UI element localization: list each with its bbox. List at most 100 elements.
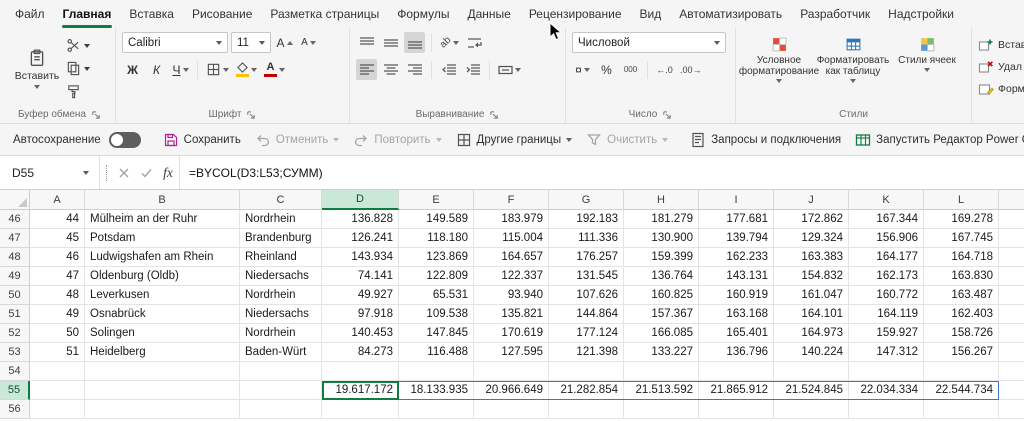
row-header-52[interactable]: 52: [0, 324, 30, 343]
cell-K56[interactable]: [849, 400, 924, 419]
cell-C56[interactable]: [240, 400, 322, 419]
column-header-J[interactable]: J: [774, 190, 849, 210]
cell-H55[interactable]: 21.513.592: [624, 381, 699, 400]
cell-H47[interactable]: 130.900: [624, 229, 699, 248]
ribbon-tab[interactable]: Надстройки: [879, 1, 963, 28]
cell-C53[interactable]: Baden-Würt: [240, 343, 322, 362]
cell-D49[interactable]: 74.141: [322, 267, 399, 286]
cell-A47[interactable]: 45: [30, 229, 85, 248]
cell-K51[interactable]: 164.119: [849, 305, 924, 324]
column-header-I[interactable]: I: [699, 190, 774, 210]
conditional-formatting-button[interactable]: Условное форматирование: [742, 32, 816, 106]
row-header-50[interactable]: 50: [0, 286, 30, 305]
cell-B48[interactable]: Ludwigshafen am Rhein: [85, 248, 240, 267]
cell-B50[interactable]: Leverkusen: [85, 286, 240, 305]
percent-format-button[interactable]: %: [596, 59, 617, 80]
cell-I49[interactable]: 143.131: [699, 267, 774, 286]
ribbon-tab[interactable]: Рисование: [183, 1, 261, 28]
ribbon-tab[interactable]: Разметка страницы: [261, 1, 388, 28]
cell-I54[interactable]: [699, 362, 774, 381]
cell-K49[interactable]: 162.173: [849, 267, 924, 286]
dialog-launcher-icon[interactable]: [91, 110, 101, 120]
row-header-49[interactable]: 49: [0, 267, 30, 286]
cell-L56[interactable]: [924, 400, 999, 419]
cell-C46[interactable]: Nordrhein: [240, 210, 322, 229]
cell-C52[interactable]: Nordrhein: [240, 324, 322, 343]
cell-E47[interactable]: 118.180: [399, 229, 474, 248]
power-query-editor-button[interactable]: Запустить Редактор Power Query: [848, 128, 1024, 152]
orientation-button[interactable]: ab: [438, 32, 461, 53]
font-size-select[interactable]: 11: [231, 32, 271, 53]
font-color-button[interactable]: А: [262, 59, 287, 80]
cell-C51[interactable]: Niedersachs: [240, 305, 322, 324]
delete-cells-button[interactable]: Удал: [978, 57, 1024, 77]
cell-G55[interactable]: 21.282.854: [549, 381, 624, 400]
cell-A49[interactable]: 47: [30, 267, 85, 286]
cell-H48[interactable]: 159.399: [624, 248, 699, 267]
cell-F46[interactable]: 183.979: [474, 210, 549, 229]
formula-bar-splitter[interactable]: [106, 165, 107, 181]
wrap-text-button[interactable]: [464, 32, 485, 53]
cell-B55[interactable]: [85, 381, 240, 400]
ribbon-tab[interactable]: Рецензирование: [520, 1, 631, 28]
enter-button[interactable]: [135, 162, 157, 184]
align-middle-button[interactable]: [380, 32, 401, 53]
cell-I48[interactable]: 162.233: [699, 248, 774, 267]
cell-I55[interactable]: 21.865.912: [699, 381, 774, 400]
cell-E49[interactable]: 122.809: [399, 267, 474, 286]
cell-D56[interactable]: [322, 400, 399, 419]
cell-L54[interactable]: [924, 362, 999, 381]
cell-J49[interactable]: 154.832: [774, 267, 849, 286]
cell-G56[interactable]: [549, 400, 624, 419]
align-center-button[interactable]: [380, 59, 401, 80]
column-header-E[interactable]: E: [399, 190, 474, 210]
cell-I50[interactable]: 160.919: [699, 286, 774, 305]
column-header-C[interactable]: C: [240, 190, 322, 210]
cell-I56[interactable]: [699, 400, 774, 419]
row-header-55[interactable]: 55: [0, 381, 30, 400]
cell-G53[interactable]: 121.398: [549, 343, 624, 362]
clear-button[interactable]: Очистить: [579, 128, 675, 152]
cell-E56[interactable]: [399, 400, 474, 419]
increase-indent-button[interactable]: [462, 59, 483, 80]
row-header-53[interactable]: 53: [0, 343, 30, 362]
cell-K47[interactable]: 156.906: [849, 229, 924, 248]
cell-H51[interactable]: 157.367: [624, 305, 699, 324]
cell-F47[interactable]: 115.004: [474, 229, 549, 248]
cell-J56[interactable]: [774, 400, 849, 419]
column-header-L[interactable]: L: [924, 190, 999, 210]
cell-A55[interactable]: [30, 381, 85, 400]
column-header-A[interactable]: A: [30, 190, 85, 210]
cell-E51[interactable]: 109.538: [399, 305, 474, 324]
cell-C50[interactable]: Nordrhein: [240, 286, 322, 305]
ribbon-tab[interactable]: Формулы: [388, 1, 458, 28]
cell-J47[interactable]: 129.324: [774, 229, 849, 248]
cell-E48[interactable]: 123.869: [399, 248, 474, 267]
cell-F51[interactable]: 135.821: [474, 305, 549, 324]
row-header-48[interactable]: 48: [0, 248, 30, 267]
cell-D55[interactable]: 19.617.172: [322, 381, 399, 400]
underline-button[interactable]: Ч: [170, 59, 191, 80]
fill-color-button[interactable]: [234, 59, 259, 80]
cell-A53[interactable]: 51: [30, 343, 85, 362]
cell-F50[interactable]: 93.940: [474, 286, 549, 305]
format-as-table-button[interactable]: Форматировать как таблицу: [816, 32, 890, 106]
cell-K48[interactable]: 164.177: [849, 248, 924, 267]
cell-C54[interactable]: [240, 362, 322, 381]
align-left-button[interactable]: [356, 59, 377, 80]
cell-D52[interactable]: 140.453: [322, 324, 399, 343]
ribbon-tab[interactable]: Разработчик: [791, 1, 879, 28]
cell-E46[interactable]: 149.589: [399, 210, 474, 229]
align-right-button[interactable]: [404, 59, 425, 80]
row-header-47[interactable]: 47: [0, 229, 30, 248]
cell-B49[interactable]: Oldenburg (Oldb): [85, 267, 240, 286]
cell-H54[interactable]: [624, 362, 699, 381]
dialog-launcher-icon[interactable]: [489, 110, 499, 120]
cell-J54[interactable]: [774, 362, 849, 381]
dialog-launcher-icon[interactable]: [662, 110, 672, 120]
name-box[interactable]: D55: [0, 156, 100, 189]
cell-G51[interactable]: 144.864: [549, 305, 624, 324]
cell-E54[interactable]: [399, 362, 474, 381]
align-top-button[interactable]: [356, 32, 377, 53]
cell-B53[interactable]: Heidelberg: [85, 343, 240, 362]
